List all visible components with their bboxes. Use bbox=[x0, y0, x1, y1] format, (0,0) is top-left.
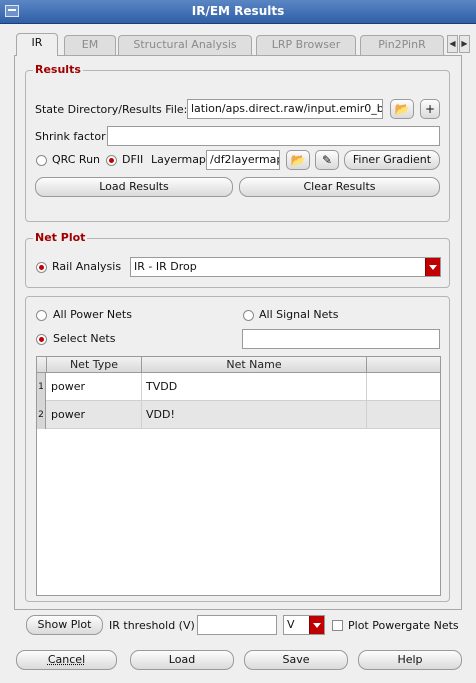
select-nets-field[interactable] bbox=[242, 329, 440, 349]
row-index: 1 bbox=[37, 373, 46, 401]
cancel-button[interactable]: Cancel bbox=[16, 650, 117, 670]
chevron-down-icon[interactable] bbox=[309, 616, 324, 634]
nets-table: Net Type Net Name 1 power TVDD 2 power V… bbox=[36, 356, 441, 596]
tab-em[interactable]: EM bbox=[64, 35, 116, 55]
load-button[interactable]: Load bbox=[130, 650, 234, 670]
help-button[interactable]: Help bbox=[358, 650, 462, 670]
add-button[interactable]: + bbox=[420, 99, 440, 119]
rail-analysis-radio[interactable] bbox=[36, 262, 47, 273]
title-bar: IR/EM Results bbox=[0, 0, 476, 24]
table-row[interactable]: 1 power TVDD bbox=[37, 373, 440, 401]
state-dir-label: State Directory/Results File: bbox=[35, 103, 188, 116]
all-signal-nets-label: All Signal Nets bbox=[259, 308, 339, 321]
qrc-run-radio[interactable] bbox=[36, 155, 47, 166]
folder-icon: 📂 bbox=[394, 102, 410, 116]
clear-results-button[interactable]: Clear Results bbox=[239, 177, 440, 197]
ir-threshold-field[interactable] bbox=[197, 615, 277, 635]
analysis-type-value: IR - IR Drop bbox=[134, 260, 197, 273]
threshold-unit-value: V bbox=[287, 618, 295, 631]
column-filler bbox=[367, 357, 440, 373]
chevron-down-icon[interactable] bbox=[425, 258, 440, 276]
cell-net-type[interactable]: power bbox=[47, 401, 142, 429]
select-nets-label: Select Nets bbox=[53, 332, 116, 345]
shrink-factor-label: Shrink factor bbox=[35, 130, 106, 143]
dfii-radio[interactable] bbox=[106, 155, 117, 166]
all-power-nets-label: All Power Nets bbox=[53, 308, 132, 321]
browse-folder-button[interactable]: 📂 bbox=[390, 99, 414, 119]
cell-net-type[interactable]: power bbox=[47, 373, 142, 401]
threshold-unit-select[interactable]: V bbox=[283, 615, 325, 635]
select-nets-radio[interactable] bbox=[36, 334, 47, 345]
tab-pin2pinr[interactable]: Pin2PinR bbox=[360, 35, 444, 55]
load-results-button[interactable]: Load Results bbox=[35, 177, 233, 197]
show-plot-button[interactable]: Show Plot bbox=[26, 615, 103, 635]
tab-lrp-browser[interactable]: LRP Browser bbox=[256, 35, 356, 55]
results-group bbox=[25, 70, 450, 222]
plus-icon: + bbox=[424, 102, 436, 116]
table-header: Net Type Net Name bbox=[37, 357, 440, 373]
column-net-name[interactable]: Net Name bbox=[142, 357, 367, 373]
folder-icon: 📂 bbox=[290, 153, 306, 167]
edit-icon: ✎ bbox=[321, 153, 333, 167]
tab-ir[interactable]: IR bbox=[16, 33, 58, 56]
all-power-nets-radio[interactable] bbox=[36, 310, 47, 321]
layermap-label: Layermap bbox=[151, 153, 206, 166]
rail-analysis-label: Rail Analysis bbox=[52, 260, 122, 273]
analysis-type-select[interactable]: IR - IR Drop bbox=[130, 257, 441, 277]
ir-threshold-label: IR threshold (V) bbox=[109, 619, 195, 632]
save-button[interactable]: Save bbox=[244, 650, 348, 670]
plot-powergate-label: Plot Powergate Nets bbox=[348, 619, 459, 632]
shrink-factor-field[interactable] bbox=[107, 126, 440, 146]
finer-gradient-button[interactable]: Finer Gradient bbox=[344, 150, 440, 170]
cell-net-name[interactable]: VDD! bbox=[142, 401, 367, 429]
layermap-field[interactable]: /df2layermap bbox=[206, 150, 280, 170]
tab-scroll-left-icon[interactable]: ◀ bbox=[447, 35, 458, 53]
results-group-title: Results bbox=[33, 63, 83, 76]
dfii-label: DFII bbox=[122, 153, 144, 166]
plot-powergate-checkbox[interactable] bbox=[332, 620, 343, 631]
qrc-run-label: QRC Run bbox=[52, 153, 101, 166]
net-plot-group-title: Net Plot bbox=[33, 231, 88, 244]
table-row[interactable]: 2 power VDD! bbox=[37, 401, 440, 429]
row-header-column bbox=[37, 357, 47, 373]
row-index: 2 bbox=[37, 401, 46, 429]
state-dir-field[interactable]: lation/aps.direct.raw/input.emir0_bin bbox=[187, 99, 383, 119]
tab-structural-analysis[interactable]: Structural Analysis bbox=[118, 35, 252, 55]
cell-net-name[interactable]: TVDD bbox=[142, 373, 367, 401]
column-net-type[interactable]: Net Type bbox=[47, 357, 142, 373]
layermap-browse-button[interactable]: 📂 bbox=[286, 150, 310, 170]
window-title: IR/EM Results bbox=[191, 4, 285, 18]
layermap-edit-button[interactable]: ✎ bbox=[315, 150, 339, 170]
all-signal-nets-radio[interactable] bbox=[243, 310, 254, 321]
tab-scroll-right-icon[interactable]: ▶ bbox=[459, 35, 470, 53]
